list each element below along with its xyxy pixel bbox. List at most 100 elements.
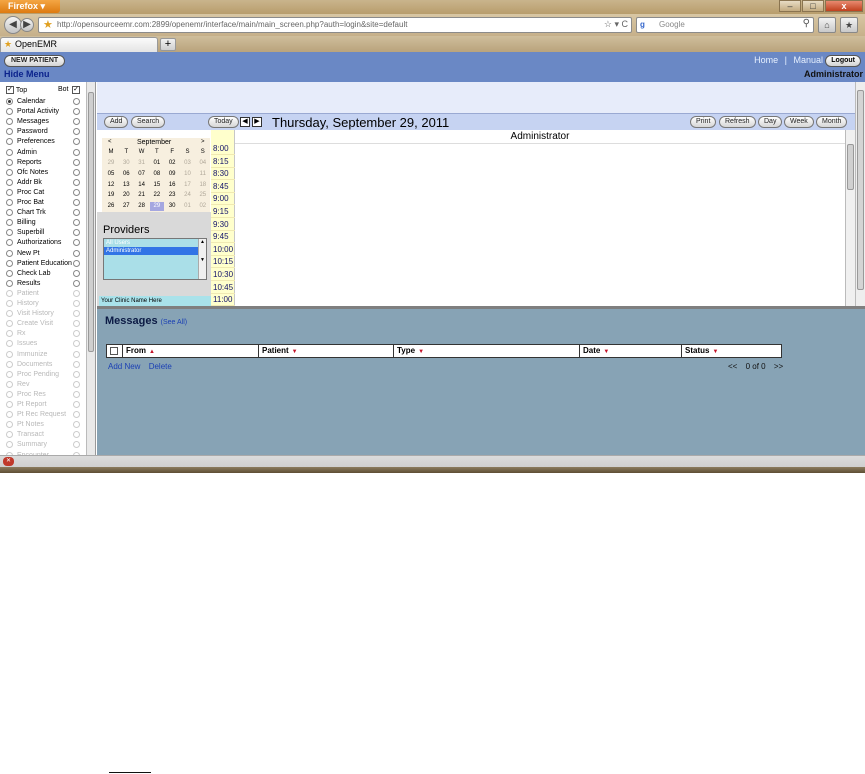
- top-frame-radio[interactable]: [6, 441, 13, 449]
- nav-item-password[interactable]: Password: [6, 127, 88, 137]
- mini-calendar-day[interactable]: 21: [135, 191, 149, 200]
- bot-frame-radio[interactable]: [73, 370, 80, 378]
- top-frame-radio[interactable]: [6, 178, 13, 186]
- select-all-checkbox[interactable]: [110, 346, 118, 355]
- month-view-button[interactable]: Month: [816, 116, 848, 128]
- bot-frame-radio[interactable]: [73, 340, 80, 348]
- week-view-button[interactable]: Week: [784, 116, 814, 128]
- top-frame-radio[interactable]: [6, 128, 13, 136]
- time-slot[interactable]: 9:15: [211, 205, 235, 218]
- provider-option-administrator[interactable]: Administrator: [104, 247, 206, 255]
- bot-frame-radio[interactable]: [73, 118, 80, 126]
- mini-calendar-day[interactable]: 15: [150, 181, 164, 190]
- mini-calendar-day[interactable]: 30: [165, 202, 179, 211]
- maximize-button[interactable]: □: [802, 0, 824, 12]
- bot-frame-radio[interactable]: [73, 239, 80, 247]
- top-frame-radio[interactable]: [6, 279, 13, 287]
- print-button[interactable]: Print: [690, 116, 717, 128]
- top-frame-radio[interactable]: [6, 108, 13, 116]
- nav-item-proc-cat[interactable]: Proc Cat: [6, 188, 88, 198]
- top-frame-radio[interactable]: [6, 320, 13, 328]
- search-icon[interactable]: ⚲: [803, 18, 810, 29]
- left-nav-scroll-thumb[interactable]: [88, 92, 94, 352]
- bot-frame-radio[interactable]: [73, 431, 80, 439]
- bot-frame-radio[interactable]: [73, 350, 80, 358]
- mini-calendar-day[interactable]: 11: [196, 170, 210, 179]
- bot-frame-radio[interactable]: [73, 138, 80, 146]
- top-frame-radio[interactable]: [6, 249, 13, 257]
- mini-prev-month[interactable]: <: [108, 139, 112, 145]
- top-frame-radio[interactable]: [6, 138, 13, 146]
- nav-item-messages[interactable]: Messages: [6, 117, 88, 127]
- nav-item-new-pt[interactable]: New Pt: [6, 249, 88, 259]
- top-frame-radio[interactable]: [6, 401, 13, 408]
- top-frame-radio[interactable]: [6, 411, 13, 419]
- bot-frame-radio[interactable]: [73, 188, 80, 196]
- add-new-link[interactable]: Add New: [108, 362, 140, 371]
- bot-frame-radio[interactable]: [73, 279, 80, 287]
- bot-frame-radio[interactable]: [73, 289, 80, 297]
- mini-calendar-day[interactable]: 18: [196, 181, 210, 190]
- mini-calendar-day[interactable]: 31: [135, 159, 149, 168]
- firefox-menu-button[interactable]: Firefox ▾: [0, 0, 60, 13]
- search-events-button[interactable]: Search: [131, 116, 166, 128]
- bot-frame-radio[interactable]: [73, 148, 80, 156]
- mini-calendar-day[interactable]: 02: [196, 202, 210, 211]
- next-day-icon[interactable]: ▶: [252, 117, 262, 127]
- reload-icon[interactable]: ☆ ▾ C: [604, 19, 628, 30]
- mini-calendar-day[interactable]: 24: [181, 191, 195, 200]
- delete-link[interactable]: Delete: [149, 362, 172, 371]
- new-patient-button[interactable]: NEW PATIENT: [4, 55, 66, 67]
- new-tab-button[interactable]: +: [160, 38, 176, 51]
- mini-calendar-day[interactable]: 04: [196, 159, 210, 168]
- column-type[interactable]: Type ▼: [394, 345, 580, 357]
- mini-calendar-day[interactable]: 30: [119, 159, 133, 168]
- forward-button[interactable]: ▶: [20, 18, 34, 32]
- hide-menu-link[interactable]: Hide Menu: [4, 69, 50, 79]
- home-icon[interactable]: ⌂: [818, 17, 836, 33]
- left-nav-scrollbar[interactable]: [86, 82, 95, 455]
- top-frame-radio[interactable]: [6, 380, 13, 388]
- bot-frame-radio[interactable]: [73, 380, 80, 388]
- top-frame-radio[interactable]: [6, 330, 13, 338]
- mini-calendar-day[interactable]: 10: [181, 170, 195, 179]
- nav-item-check-lab[interactable]: Check Lab: [6, 269, 88, 279]
- calendar-scrollbar[interactable]: [845, 130, 855, 306]
- nav-item-chart-trk[interactable]: Chart Trk: [6, 208, 88, 218]
- provider-option-all[interactable]: All Users: [104, 239, 206, 247]
- top-frame-radio[interactable]: [6, 239, 13, 247]
- mini-calendar-day[interactable]: 25: [196, 191, 210, 200]
- top-frame-radio[interactable]: [6, 148, 13, 156]
- top-checkbox[interactable]: ✓: [6, 86, 14, 94]
- bot-frame-radio[interactable]: [73, 269, 80, 277]
- top-frame-radio[interactable]: [6, 269, 13, 277]
- top-frame-radio[interactable]: [6, 390, 13, 398]
- bot-frame-radio[interactable]: [73, 300, 80, 307]
- time-slot[interactable]: 8:00: [211, 142, 235, 155]
- nav-item-authorizations[interactable]: Authorizations: [6, 238, 88, 248]
- nav-item-calendar[interactable]: Calendar: [6, 97, 88, 107]
- close-window-button[interactable]: x: [825, 0, 863, 12]
- time-slot[interactable]: 8:30: [211, 167, 235, 181]
- nav-item-preferences[interactable]: Preferences: [6, 137, 88, 147]
- top-frame-radio[interactable]: [6, 370, 13, 378]
- mini-calendar-day[interactable]: 20: [119, 191, 133, 200]
- mini-calendar-day[interactable]: 12: [104, 181, 118, 190]
- mini-calendar-day[interactable]: 03: [181, 159, 195, 168]
- mini-calendar-day[interactable]: 29: [104, 159, 118, 168]
- bot-frame-radio[interactable]: [73, 98, 80, 105]
- nav-item-results[interactable]: Results: [6, 279, 88, 289]
- time-slot[interactable]: 11:00: [211, 293, 235, 307]
- bookmarks-icon[interactable]: ★: [840, 17, 858, 33]
- logout-button[interactable]: Logout: [825, 55, 861, 67]
- mini-calendar-day[interactable]: 28: [135, 202, 149, 211]
- time-slot[interactable]: 10:00: [211, 243, 235, 256]
- providers-scrollbar[interactable]: ▲ ▼: [198, 239, 206, 279]
- mini-calendar-day[interactable]: 19: [104, 191, 118, 200]
- bot-frame-radio[interactable]: [73, 168, 80, 176]
- bot-frame-radio[interactable]: [73, 390, 80, 398]
- time-slot[interactable]: 8:15: [211, 155, 235, 168]
- bot-frame-radio[interactable]: [73, 330, 80, 338]
- column-date[interactable]: Date ▼: [580, 345, 682, 357]
- bot-frame-radio[interactable]: [73, 421, 80, 429]
